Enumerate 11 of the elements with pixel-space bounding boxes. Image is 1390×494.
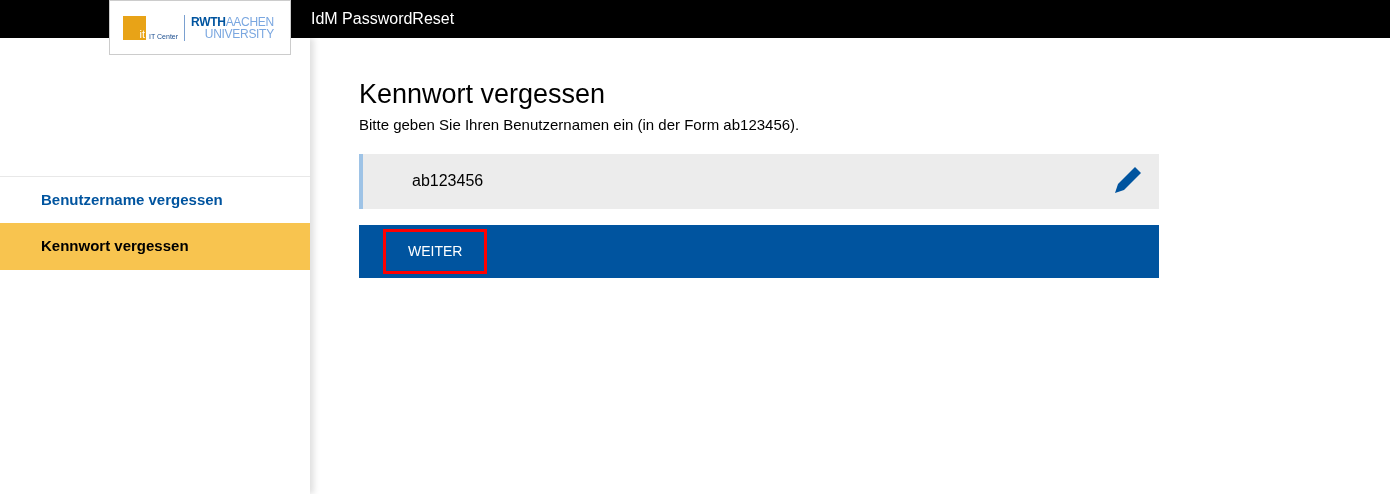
sidebar-item[interactable]: Kennwort vergessen bbox=[0, 223, 310, 270]
logo-wordmark: UNIVERSITY bbox=[204, 27, 274, 40]
app-title: IdM PasswordReset bbox=[311, 9, 455, 29]
logo-mark: it bbox=[123, 15, 146, 40]
logo-wordmark: RWTHAACHEN bbox=[191, 15, 274, 28]
sidebar-item[interactable]: Benutzername vergessen bbox=[0, 176, 310, 223]
username-field[interactable]: ab123456 bbox=[359, 153, 1159, 209]
instruction-text: Bitte geben Sie Ihren Benutzernamen ein (in der Form ab123456). bbox=[359, 115, 801, 135]
continue-button[interactable]: WEITER bbox=[383, 228, 488, 274]
username-input[interactable]: ab123456 bbox=[412, 169, 1111, 193]
page-heading: Kennwort vergessen bbox=[359, 78, 607, 110]
